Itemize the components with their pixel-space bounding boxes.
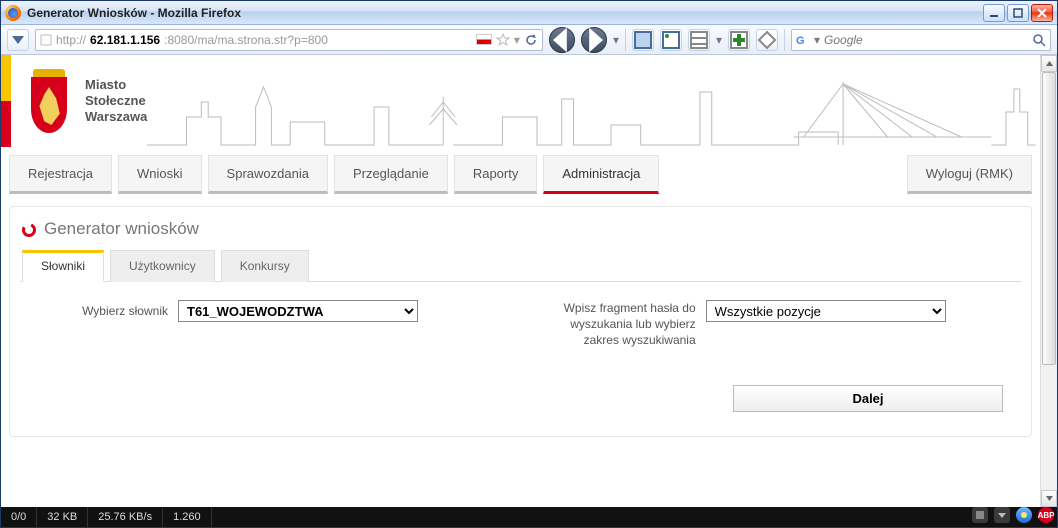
header-banner: Miasto Stołeczne Warszawa bbox=[1, 55, 1040, 147]
firefox-icon bbox=[5, 5, 21, 21]
toolbar-btn-5[interactable] bbox=[756, 29, 778, 51]
url-host: 62.181.1.156 bbox=[90, 33, 160, 47]
reload-icon[interactable] bbox=[524, 33, 538, 47]
status-speed: 25.76 KB/s bbox=[88, 507, 163, 527]
nav-logout[interactable]: Wyloguj (RMK) bbox=[907, 155, 1032, 194]
minimize-button[interactable] bbox=[983, 4, 1005, 22]
search-range-select[interactable]: Wszystkie pozycje bbox=[706, 300, 946, 322]
nav-rejestracja[interactable]: Rejestracja bbox=[9, 155, 112, 194]
tab-konkursy[interactable]: Konkursy bbox=[221, 250, 309, 282]
maximize-button[interactable] bbox=[1007, 4, 1029, 22]
city-name: Miasto Stołeczne Warszawa bbox=[85, 77, 147, 126]
tab-uzytkownicy[interactable]: Użytkownicy bbox=[110, 250, 215, 282]
panel-title: Generator wniosków bbox=[44, 219, 199, 239]
close-button[interactable] bbox=[1031, 4, 1053, 22]
toolbar-btn-2[interactable] bbox=[660, 29, 682, 51]
url-path: :8080/ma/ma.strona.str?p=800 bbox=[164, 33, 328, 47]
status-abp-icon[interactable]: ABP bbox=[1038, 507, 1054, 523]
google-icon: G bbox=[796, 33, 810, 47]
panel-bullet-icon bbox=[22, 222, 36, 236]
dict-select[interactable]: T61_WOJEWODZTWA bbox=[178, 300, 418, 322]
warsaw-crest-icon bbox=[27, 69, 71, 133]
tabs: Słowniki Użytkownicy Konkursy bbox=[20, 249, 1021, 282]
main-nav: Rejestracja Wnioski Sprawozdania Przeglą… bbox=[1, 147, 1040, 194]
back-button[interactable] bbox=[549, 27, 575, 53]
status-time: 1.260 bbox=[163, 507, 212, 527]
window-title: Generator Wniosków - Mozilla Firefox bbox=[27, 6, 983, 20]
status-counter: 0/0 bbox=[1, 507, 37, 527]
main-panel: Generator wniosków Słowniki Użytkownicy … bbox=[9, 206, 1032, 437]
skyline-illustration bbox=[147, 55, 1036, 147]
form-row: Wybierz słownik T61_WOJEWODZTWA Wpisz fr… bbox=[20, 282, 1021, 357]
nav-administracja[interactable]: Administracja bbox=[543, 155, 659, 194]
toolbar-btn-4[interactable] bbox=[728, 29, 750, 51]
flag-pl-icon bbox=[476, 34, 492, 45]
toolbar-dropdown-button[interactable] bbox=[7, 29, 29, 51]
status-size: 32 KB bbox=[37, 507, 88, 527]
status-bar: 0/0 32 KB 25.76 KB/s 1.260 ABP bbox=[1, 507, 1057, 527]
toolbar-btn-1[interactable] bbox=[632, 29, 654, 51]
vertical-scrollbar[interactable] bbox=[1040, 55, 1057, 507]
tab-slowniki[interactable]: Słowniki bbox=[22, 250, 104, 282]
dropdown-icon[interactable]: ▾ bbox=[514, 33, 520, 47]
svg-text:G: G bbox=[796, 35, 805, 47]
page-viewport: Miasto Stołeczne Warszawa bbox=[1, 55, 1040, 507]
search-input[interactable] bbox=[824, 33, 1028, 47]
address-bar[interactable]: http:// 62.181.1.156 :8080/ma/ma.strona.st… bbox=[35, 29, 543, 51]
search-label: Wpisz fragment hasła do wyszukania lub w… bbox=[541, 300, 696, 349]
scroll-down-button[interactable] bbox=[1041, 490, 1057, 507]
nav-raporty[interactable]: Raporty bbox=[454, 155, 538, 194]
forward-button[interactable] bbox=[581, 27, 607, 53]
status-icon-1[interactable] bbox=[972, 507, 988, 523]
search-icon[interactable] bbox=[1032, 33, 1046, 47]
titlebar: Generator Wniosków - Mozilla Firefox bbox=[1, 1, 1057, 25]
status-download-icon[interactable] bbox=[994, 507, 1010, 523]
dict-label: Wybierz słownik bbox=[28, 304, 168, 318]
scroll-up-button[interactable] bbox=[1041, 55, 1057, 72]
browser-toolbar: http:// 62.181.1.156 :8080/ma/ma.strona.st… bbox=[1, 25, 1057, 55]
search-bar[interactable]: G ▾ bbox=[791, 29, 1051, 51]
panel-title-row: Generator wniosków bbox=[20, 215, 1021, 249]
star-icon[interactable] bbox=[496, 33, 510, 47]
next-button[interactable]: Dalej bbox=[733, 385, 1003, 412]
header-stripes bbox=[1, 55, 11, 147]
scroll-thumb[interactable] bbox=[1042, 72, 1056, 365]
status-weather-icon[interactable] bbox=[1016, 507, 1032, 523]
url-scheme: http:// bbox=[56, 33, 86, 47]
page-icon bbox=[40, 34, 52, 46]
toolbar-btn-3[interactable] bbox=[688, 29, 710, 51]
scroll-track[interactable] bbox=[1041, 72, 1057, 490]
nav-sprawozdania[interactable]: Sprawozdania bbox=[208, 155, 328, 194]
nav-wnioski[interactable]: Wnioski bbox=[118, 155, 202, 194]
nav-przegladanie[interactable]: Przeglądanie bbox=[334, 155, 448, 194]
